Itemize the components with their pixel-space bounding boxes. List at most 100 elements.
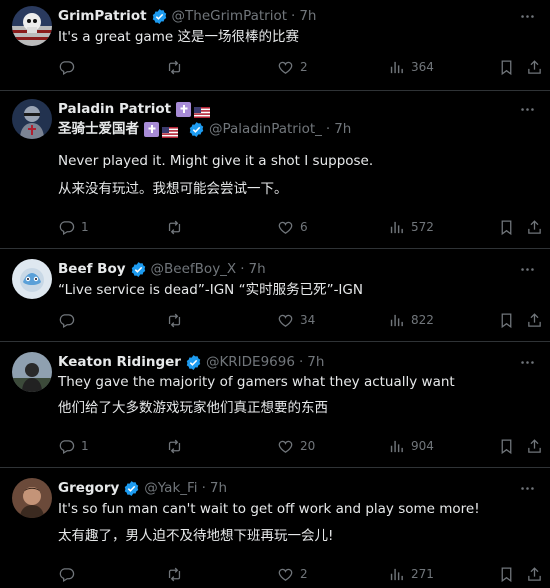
views-button[interactable]: 271	[388, 564, 434, 584]
tweet-text-line: 他们给了大多数游戏玩家他们真正想要的东西	[58, 400, 328, 416]
heart-icon	[278, 61, 293, 74]
retweet-icon	[168, 220, 181, 234]
more-options-icon[interactable]	[518, 7, 536, 25]
display-name[interactable]: Keaton Ridinger	[58, 352, 181, 372]
avatar[interactable]	[12, 99, 52, 139]
reply-feed: GrimPatriot @TheGrimPatriot · 7h It's a …	[0, 0, 550, 588]
verified-badge-icon	[123, 480, 140, 497]
share-button[interactable]	[526, 436, 543, 456]
share-icon	[528, 219, 541, 234]
tweet-header: Keaton Ridinger @KRIDE9696 · 7h	[58, 352, 510, 372]
like-count: 6	[300, 220, 308, 234]
reply-button[interactable]	[58, 310, 81, 330]
view-count: 822	[411, 313, 434, 327]
like-count: 34	[300, 313, 316, 327]
share-icon	[528, 59, 541, 74]
tweet-grimpatriot[interactable]: GrimPatriot @TheGrimPatriot · 7h It's a …	[0, 0, 550, 91]
more-options-icon[interactable]	[518, 100, 536, 118]
more-options-icon[interactable]	[518, 260, 536, 278]
tweet-header: Gregory @Yak_Fi · 7h	[58, 478, 510, 498]
user-handle[interactable]: @KRIDE9696	[206, 352, 295, 372]
bookmark-icon	[501, 438, 512, 454]
heart-icon	[278, 314, 293, 327]
tweet-text: They gave the majority of gamers what th…	[58, 372, 530, 418]
tweet-text-line: 太有趣了，男人迫不及待地想下班再玩一会儿!	[58, 528, 334, 544]
user-handle[interactable]: @BeefBoy_X	[151, 259, 237, 279]
bookmark-button[interactable]	[498, 564, 515, 584]
tweet-gregory[interactable]: Gregory @Yak_Fi · 7h It's so fun man can…	[0, 468, 550, 588]
reply-icon	[59, 220, 75, 235]
avatar[interactable]	[12, 478, 52, 518]
separator-dot: ·	[201, 480, 206, 496]
bookmark-button[interactable]	[498, 57, 515, 77]
timestamp[interactable]: 7h	[334, 119, 351, 139]
user-handle[interactable]: @Yak_Fi	[144, 478, 197, 498]
share-button[interactable]	[526, 217, 543, 237]
timestamp[interactable]: 7h	[299, 6, 316, 26]
tweet-text-line: “Live service is dead”-IGN “实时服务已死”-IGN	[58, 282, 363, 298]
reply-button[interactable]: 1	[58, 436, 89, 456]
avatar[interactable]	[12, 259, 52, 299]
tweet-keatonridinger[interactable]: Keaton Ridinger @KRIDE9696 · 7h They gav…	[0, 342, 550, 468]
view-count: 572	[411, 220, 434, 234]
views-button[interactable]: 572	[388, 217, 434, 237]
cross-emoji-icon	[144, 121, 159, 137]
display-name[interactable]: GrimPatriot	[58, 6, 147, 26]
user-handle[interactable]: @TheGrimPatriot	[172, 6, 287, 26]
more-options-icon[interactable]	[518, 479, 536, 497]
bookmark-button[interactable]	[498, 217, 515, 237]
tweet-text-line: It's a great game 这是一场很棒的比赛	[58, 29, 299, 45]
tweet-text-line: 从来没有玩过。我想可能会尝试一下。	[58, 181, 288, 197]
action-bar: 1 6 572	[58, 217, 541, 237]
reply-icon	[59, 313, 75, 328]
tweet-paladinpatriot[interactable]: Paladin Patriot 圣骑士爱国者 @PaladinPatriot_ …	[0, 91, 550, 249]
verified-badge-icon	[151, 8, 168, 25]
share-button[interactable]	[526, 57, 543, 77]
views-button[interactable]: 364	[388, 57, 434, 77]
share-button[interactable]	[526, 310, 543, 330]
bookmark-icon	[501, 566, 512, 582]
timestamp[interactable]: 7h	[307, 352, 324, 372]
reply-icon	[59, 439, 75, 454]
reply-button[interactable]	[58, 564, 81, 584]
like-button[interactable]: 2	[277, 564, 308, 584]
tweet-header: GrimPatriot @TheGrimPatriot · 7h	[58, 6, 510, 26]
views-button[interactable]: 822	[388, 310, 434, 330]
tweet-text: It's a great game 这是一场很棒的比赛	[58, 27, 530, 47]
retweet-button[interactable]	[166, 436, 189, 456]
share-button[interactable]	[526, 564, 543, 584]
retweet-button[interactable]	[166, 310, 189, 330]
retweet-button[interactable]	[166, 57, 189, 77]
user-handle[interactable]: @PaladinPatriot_	[209, 119, 322, 139]
like-button[interactable]: 6	[277, 217, 308, 237]
tweet-header: Beef Boy @BeefBoy_X · 7h	[58, 259, 510, 279]
avatar[interactable]	[12, 6, 52, 46]
display-name-chinese[interactable]: 圣骑士爱国者	[58, 119, 139, 139]
display-name[interactable]: Gregory	[58, 478, 119, 498]
retweet-button[interactable]	[166, 564, 189, 584]
action-bar: 2 364	[58, 57, 541, 77]
bookmark-button[interactable]	[498, 310, 515, 330]
reply-button[interactable]	[58, 57, 81, 77]
display-name[interactable]: Beef Boy	[58, 259, 126, 279]
bookmark-button[interactable]	[498, 436, 515, 456]
like-button[interactable]: 2	[277, 57, 308, 77]
avatar[interactable]	[12, 352, 52, 392]
tweet-beefboy[interactable]: Beef Boy @BeefBoy_X · 7h “Live service i…	[0, 249, 550, 342]
analytics-icon	[390, 568, 403, 580]
timestamp[interactable]: 7h	[210, 478, 227, 498]
tweet-header: Paladin Patriot	[58, 99, 510, 119]
reply-button[interactable]: 1	[58, 217, 89, 237]
retweet-button[interactable]	[166, 217, 189, 237]
display-name[interactable]: Paladin Patriot	[58, 99, 171, 119]
more-options-icon[interactable]	[518, 353, 536, 371]
analytics-icon	[390, 221, 403, 233]
separator-dot: ·	[291, 8, 296, 24]
like-button[interactable]: 20	[277, 436, 315, 456]
like-button[interactable]: 34	[277, 310, 315, 330]
views-button[interactable]: 904	[388, 436, 434, 456]
tweet-text: “Live service is dead”-IGN “实时服务已死”-IGN	[58, 280, 530, 300]
timestamp[interactable]: 7h	[248, 259, 265, 279]
action-bar: 2 271	[58, 564, 541, 584]
reply-icon	[59, 60, 75, 75]
